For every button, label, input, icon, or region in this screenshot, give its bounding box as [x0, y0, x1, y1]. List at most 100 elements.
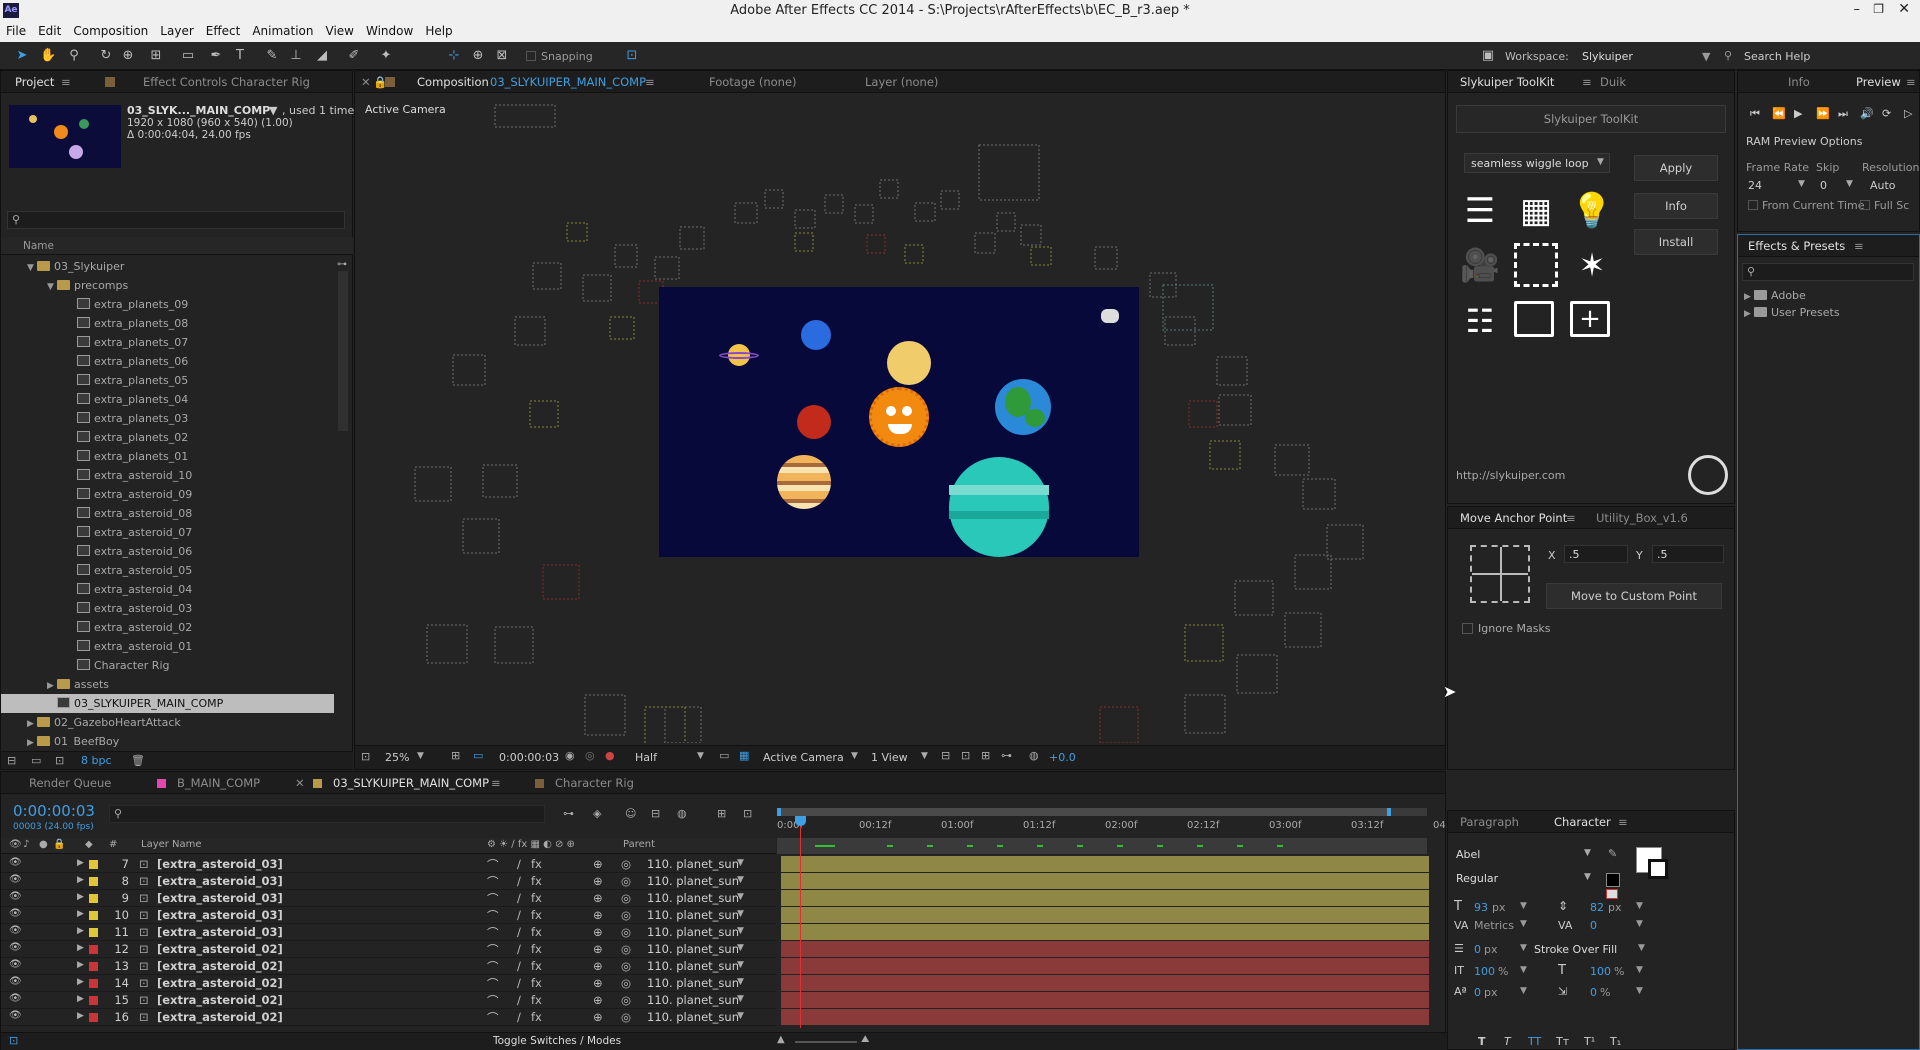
subscript-icon[interactable]: T₁	[1610, 1035, 1621, 1048]
3d-layer-icon[interactable]: ⊕	[593, 942, 603, 956]
faux-bold-icon[interactable]: T	[1478, 1035, 1486, 1048]
camera-tool-icon[interactable]: ⊕	[120, 48, 136, 64]
column-name[interactable]: Name	[23, 240, 54, 252]
time-ruler[interactable]: 0:00f 00:12f 01:00f 01:12f 02:00f 02:12f 03:00…	[777, 818, 1449, 836]
panel-menu-icon[interactable]: ≡	[1906, 75, 1916, 89]
full-screen-checkbox[interactable]	[1860, 200, 1870, 210]
layer-duration-bar[interactable]	[781, 907, 1429, 924]
show-snapshot-icon[interactable]: ◎	[585, 749, 595, 762]
skip-value[interactable]: 0	[1820, 179, 1827, 192]
expand-icon[interactable]: ▶	[77, 994, 84, 1004]
quality-switch-icon[interactable]: ∕	[517, 925, 521, 939]
parent-value[interactable]: 110. planet_sun	[647, 857, 739, 871]
search-help-input[interactable]: Search Help	[1744, 50, 1810, 63]
quality-switch-icon[interactable]: ∕	[517, 942, 521, 956]
astronaut[interactable]	[1101, 309, 1119, 323]
visibility-eye-icon[interactable]: 👁	[9, 925, 22, 936]
blue-planet[interactable]	[801, 320, 831, 350]
parent-dropdown-icon[interactable]: ▼	[737, 960, 744, 970]
always-preview-icon[interactable]: ⊡	[361, 750, 370, 763]
flowchart-view-icon[interactable]: ⊶	[1001, 749, 1012, 762]
vertical-scale-value[interactable]: 100	[1474, 965, 1495, 978]
list-item[interactable]: extra_planets_01	[1, 447, 334, 466]
tsume-value[interactable]: 0	[1590, 986, 1597, 999]
stroke-width-value[interactable]: 0	[1474, 943, 1481, 956]
layer-duration-bar[interactable]	[781, 975, 1429, 992]
list-item[interactable]: Character Rig	[1, 656, 334, 675]
view-axis-icon[interactable]: ⊠	[494, 48, 510, 64]
skip-dropdown-icon[interactable]: ▼	[1846, 179, 1853, 189]
layer-row[interactable]: 👁 ▶ 16 ⊡ [extra_asteroid_02] ⌒ ∕ fx ⊕ ◎ 110. plane…	[1, 1009, 776, 1026]
timeline-zoom-slider[interactable]	[795, 1041, 857, 1043]
list-item[interactable]: extra_asteroid_02	[1, 618, 334, 637]
label-color-swatch[interactable]	[89, 1013, 98, 1022]
install-button[interactable]: Install	[1634, 229, 1718, 255]
loop-icon[interactable]: ⟳	[1882, 107, 1891, 120]
label-color-swatch[interactable]	[89, 962, 98, 971]
tab-main-comp[interactable]: 03_SLYKUIPER_MAIN_COMP	[333, 776, 489, 790]
resolution-value[interactable]: Half	[635, 751, 657, 764]
menu-layer[interactable]: Layer	[154, 22, 199, 40]
folder-icon[interactable]	[1514, 301, 1554, 337]
layer-duration-bar[interactable]	[781, 924, 1429, 941]
menu-edit[interactable]: Edit	[32, 22, 67, 40]
quality-switch-icon[interactable]: ∕	[517, 891, 521, 905]
list-item[interactable]: extra_asteroid_09	[1, 485, 334, 504]
x-input[interactable]: .5	[1564, 545, 1628, 563]
collapse-switch-icon[interactable]: ⌒	[487, 857, 499, 873]
bpc-label[interactable]: 8 bpc	[81, 754, 112, 767]
layer-row[interactable]: 👁 ▶ 8 ⊡ [extra_asteroid_03] ⌒ ∕ fx ⊕ ◎ 110. planet…	[1, 873, 776, 890]
toolkit-url[interactable]: http://slykuiper.com	[1456, 469, 1565, 482]
fx-switch-icon[interactable]: fx	[531, 959, 542, 973]
snapping-checkbox[interactable]	[526, 51, 536, 61]
fx-switch-icon[interactable]: fx	[531, 891, 542, 905]
list-item[interactable]: extra_planets_08	[1, 314, 334, 333]
resolution-value[interactable]: Auto	[1870, 179, 1896, 192]
eraser-tool-icon[interactable]: ◢	[314, 48, 330, 64]
baseline-shift-value[interactable]: 0	[1474, 986, 1481, 999]
tab-footage[interactable]: Footage (none)	[709, 75, 797, 89]
comp-scene[interactable]	[659, 287, 1139, 557]
fx-switch-icon[interactable]: fx	[531, 908, 542, 922]
column-parent[interactable]: Parent	[623, 839, 655, 850]
expand-icon[interactable]: ▶	[77, 892, 84, 902]
layer-row[interactable]: 👁 ▶ 13 ⊡ [extra_asteroid_02] ⌒ ∕ fx ⊕ ◎ 110. plane…	[1, 958, 776, 975]
list-item[interactable]: extra_asteroid_04	[1, 580, 334, 599]
layer-name[interactable]: [extra_asteroid_03]	[157, 857, 283, 871]
parent-dropdown-icon[interactable]: ▼	[737, 926, 744, 936]
layer-row[interactable]: 👁 ▶ 12 ⊡ [extra_asteroid_02] ⌒ ∕ fx ⊕ ◎ 110. plane…	[1, 941, 776, 958]
world-axis-icon[interactable]: ⊕	[470, 48, 486, 64]
close-comp-tab-icon[interactable]: ✕	[361, 75, 371, 89]
selection-tool-icon[interactable]: ➤	[14, 48, 30, 64]
panel-menu-icon[interactable]: ≡	[1854, 239, 1864, 253]
saturn-planet[interactable]	[719, 342, 759, 368]
fx-switch-icon[interactable]: fx	[531, 942, 542, 956]
pickwhip-icon[interactable]: ◎	[621, 891, 631, 905]
collapse-switch-icon[interactable]: ⌒	[487, 908, 499, 924]
apply-button[interactable]: Apply	[1634, 155, 1718, 181]
tab-character[interactable]: Character	[1554, 815, 1611, 829]
snapshot-icon[interactable]: ◉	[565, 749, 575, 762]
layer-row[interactable]: 👁 ▶ 10 ⊡ [extra_asteroid_03] ⌒ ∕ fx ⊕ ◎ 110. plane…	[1, 907, 776, 924]
dropdown-arrow-icon[interactable]: ▼	[1636, 965, 1643, 975]
parent-value[interactable]: 110. planet_sun	[647, 976, 739, 990]
panel-menu-icon[interactable]: ≡	[1566, 511, 1576, 525]
slykuiper-logo-icon[interactable]	[1688, 455, 1728, 495]
clone-stamp-tool-icon[interactable]: ⊥	[288, 48, 304, 64]
layer-duration-bar[interactable]	[781, 873, 1429, 890]
visibility-eye-icon[interactable]: 👁	[9, 976, 22, 987]
layer-name[interactable]: [extra_asteroid_02]	[157, 993, 283, 1007]
expand-icon[interactable]: ▶	[77, 875, 84, 885]
timeline-timecode[interactable]: 0:00:00:03	[13, 802, 95, 820]
work-area-end[interactable]	[1387, 808, 1391, 816]
pickwhip-icon[interactable]: ◎	[621, 908, 631, 922]
pickwhip-icon[interactable]: ◎	[621, 942, 631, 956]
quality-switch-icon[interactable]: ∕	[517, 874, 521, 888]
project-search-input[interactable]: ⚲	[7, 211, 345, 229]
new-comp-icon[interactable]: ⊡	[55, 754, 64, 767]
font-style-dropdown[interactable]: Regular ▼	[1456, 871, 1596, 887]
fx-switch-icon[interactable]: fx	[531, 1010, 542, 1024]
layer-row[interactable]: 👁 ▶ 11 ⊡ [extra_asteroid_03] ⌒ ∕ fx ⊕ ◎ 110. plane…	[1, 924, 776, 941]
horizontal-scale-value[interactable]: 100	[1590, 965, 1611, 978]
collapse-switch-icon[interactable]: ⌒	[487, 925, 499, 941]
